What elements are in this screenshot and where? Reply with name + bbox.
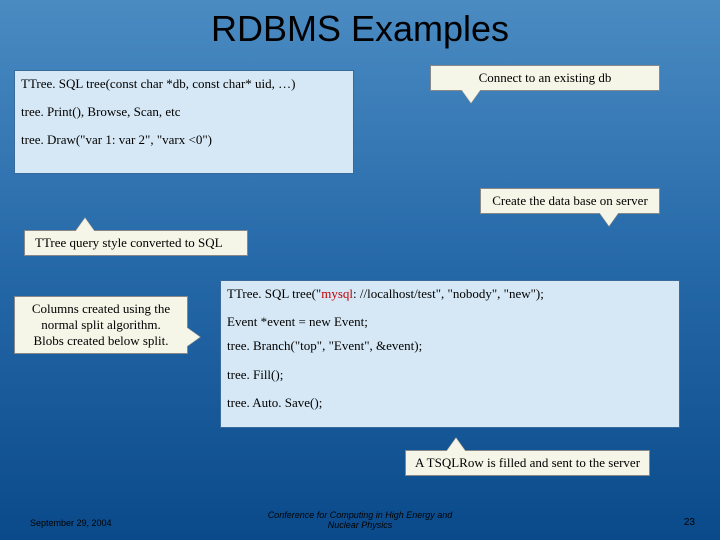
code-line: TTree. SQL tree(const char *db, const ch…: [21, 75, 347, 93]
code-line: TTree. SQL tree("mysql: //localhost/test…: [227, 285, 673, 303]
footer-page-number: 23: [684, 517, 695, 528]
callout-columns: Columns created using the normal split a…: [14, 296, 188, 354]
code-box-1: TTree. SQL tree(const char *db, const ch…: [14, 70, 354, 174]
code-mysql: mysql: [321, 286, 353, 301]
code-line: tree. Draw("var 1: var 2", "varx <0"): [21, 131, 347, 149]
code-text: TTree. SQL tree(": [227, 286, 321, 301]
code-line: tree. Branch("top", "Event", &event);: [227, 337, 673, 355]
code-box-2: TTree. SQL tree("mysql: //localhost/test…: [220, 280, 680, 428]
code-line: Event *event = new Event;: [227, 313, 673, 331]
code-text: : //localhost/test", "nobody", "new");: [353, 286, 544, 301]
callout-create-db: Create the data base on server: [480, 188, 660, 214]
callout-ttree-query: TTree query style converted to SQL: [24, 230, 248, 256]
callout-text: Create the data base on server: [492, 193, 648, 208]
callout-tsqlrow: A TSQLRow is filled and sent to the serv…: [405, 450, 650, 476]
callout-connect-db: Connect to an existing db: [430, 65, 660, 91]
code-line: tree. Auto. Save();: [227, 394, 673, 412]
footer-conference: Conference for Computing in High Energy …: [0, 510, 720, 530]
code-line: tree. Print(), Browse, Scan, etc: [21, 103, 347, 121]
code-line: tree. Fill();: [227, 366, 673, 384]
footer-text: Conference for Computing in High Energy …: [268, 510, 453, 530]
slide-title: RDBMS Examples: [0, 0, 720, 50]
